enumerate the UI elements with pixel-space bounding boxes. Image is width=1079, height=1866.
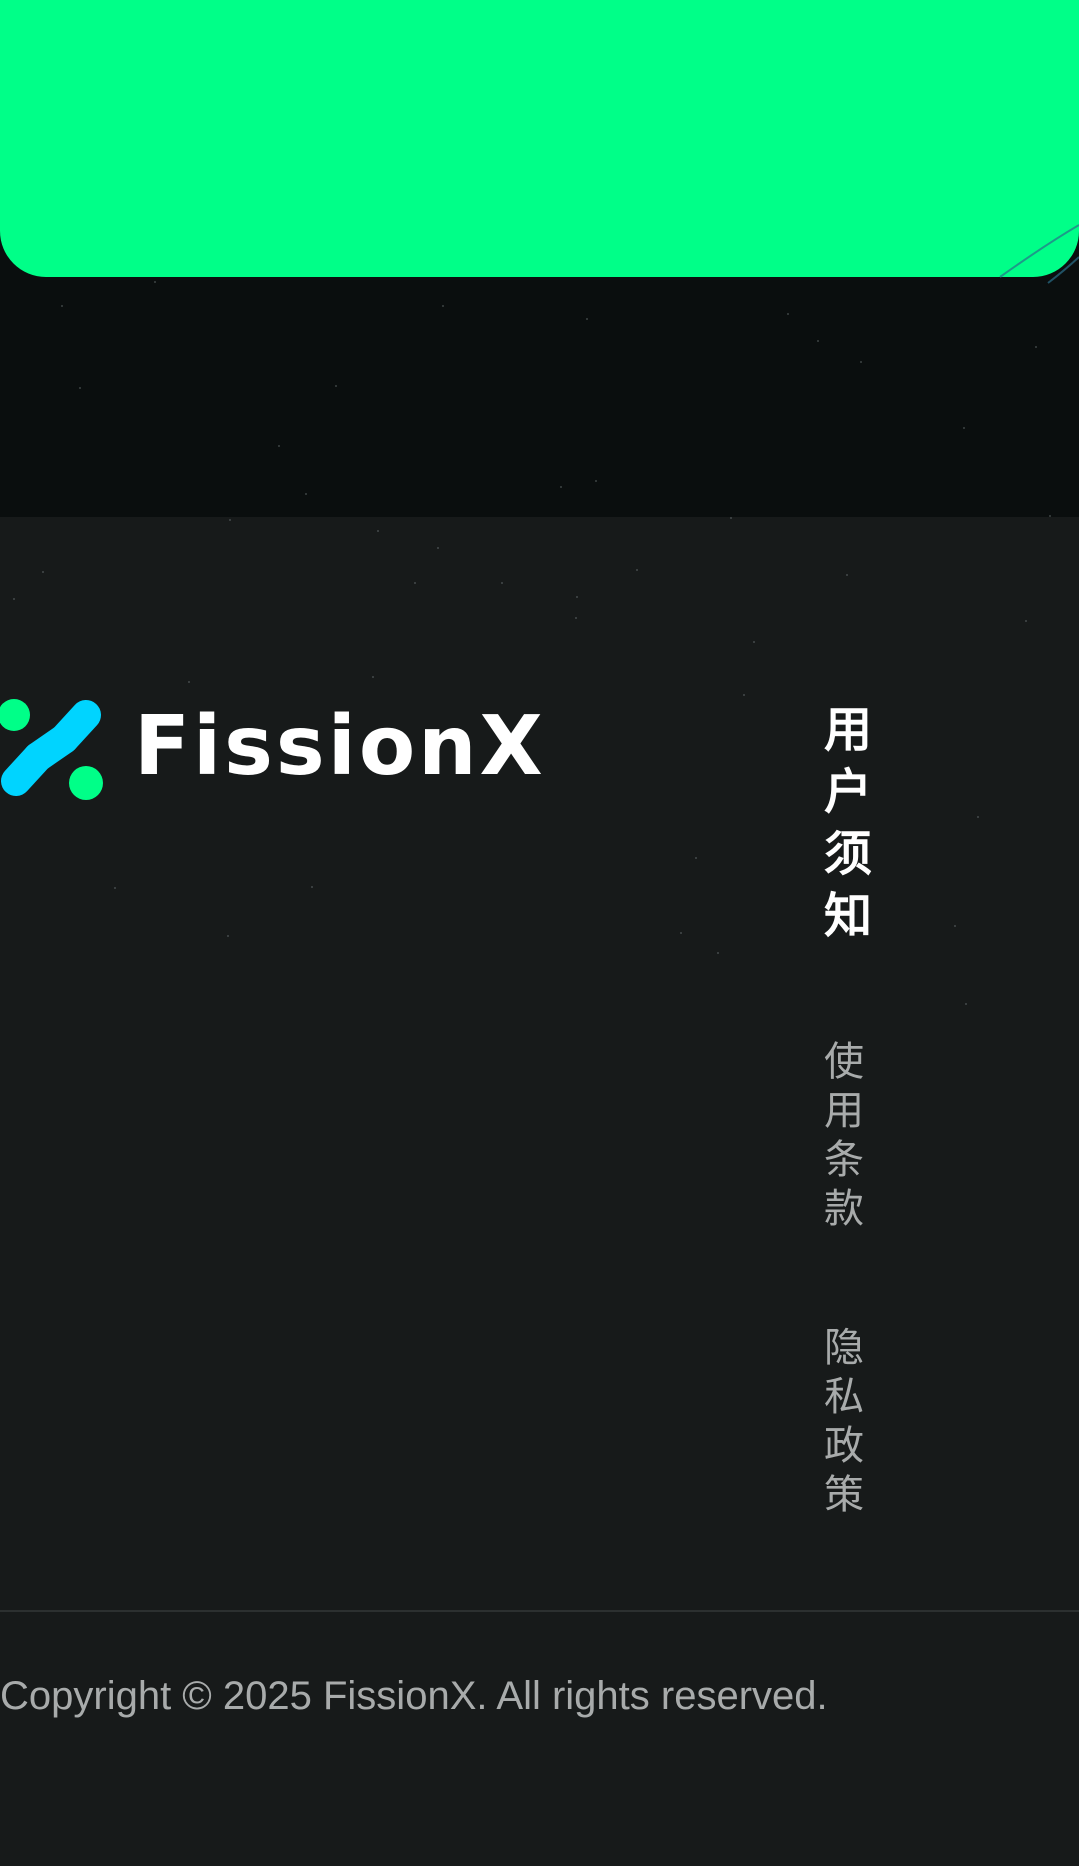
cta-banner (0, 0, 1079, 277)
hero-section (0, 0, 1079, 517)
brand-name: FissionX (134, 699, 546, 794)
terms-of-use-link[interactable]: 使用条款 (824, 1038, 868, 1234)
footer-links-column: 用户须知 使用条款 隐私政策 (824, 700, 884, 1517)
privacy-policy-link[interactable]: 隐私政策 (824, 1324, 868, 1520)
footer-logo[interactable]: FissionX (0, 697, 546, 801)
copyright-text: Copyright © 2025 FissionX. All rights re… (0, 1674, 828, 1718)
footer-divider (0, 1610, 1079, 1612)
decorative-lines-icon (999, 224, 1079, 284)
fissionx-molecule-icon (0, 699, 103, 800)
links-heading: 用户须知 (824, 704, 873, 943)
